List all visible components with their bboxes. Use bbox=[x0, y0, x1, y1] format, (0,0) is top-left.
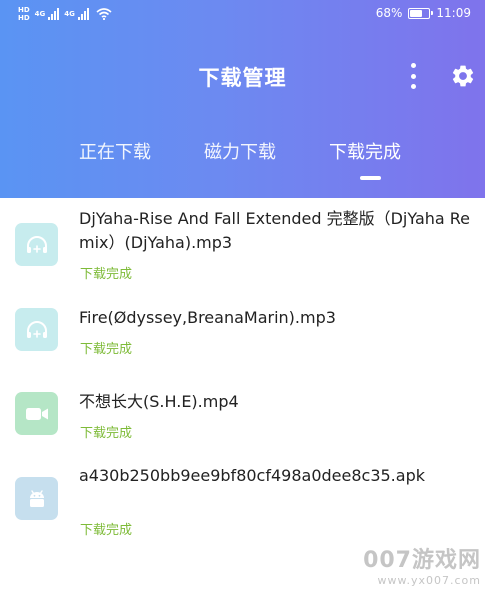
tab-bar: 正在下载 磁力下载 下载完成 bbox=[0, 138, 485, 168]
android-icon bbox=[29, 489, 44, 507]
download-status: 下载完成 bbox=[80, 523, 133, 538]
file-name: a430b250bb9ee9bf80cf498a0dee8c35.apk bbox=[79, 466, 425, 485]
watermark: 007游戏网 www.yx007.com bbox=[363, 542, 481, 587]
file-type-icon bbox=[15, 223, 58, 266]
gear-icon[interactable] bbox=[450, 63, 476, 89]
video-camera-icon bbox=[25, 407, 48, 420]
file-type-icon bbox=[15, 477, 58, 520]
active-tab-indicator bbox=[360, 176, 381, 180]
wifi-icon bbox=[96, 8, 112, 20]
download-status: 下载完成 bbox=[80, 342, 133, 357]
net-type-2: 4G bbox=[64, 10, 75, 18]
file-type-icon bbox=[15, 392, 58, 435]
more-vertical-icon[interactable] bbox=[405, 63, 421, 89]
status-bar: HD HD 4G 4G 68% 11:09 bbox=[0, 0, 485, 30]
battery-percent: 68% bbox=[375, 6, 403, 20]
signal-icon bbox=[77, 8, 89, 20]
tab-completed[interactable]: 下载完成 bbox=[329, 138, 401, 164]
net-type-1: 4G bbox=[34, 10, 46, 18]
download-status: 下载完成 bbox=[80, 426, 133, 441]
status-left: HD HD 4G 4G bbox=[18, 6, 112, 22]
status-right: 68% 11:09 bbox=[376, 6, 471, 20]
file-name: 不想长大(S.H.E).mp4 bbox=[79, 392, 239, 411]
download-status: 下载完成 bbox=[80, 267, 133, 282]
clock: 11:09 bbox=[436, 6, 471, 20]
network-label-1: HD bbox=[18, 6, 30, 14]
signal-icon bbox=[48, 8, 60, 20]
app-header: HD HD 4G 4G 68% 11:09 下载管理 正在下载 磁力下载 下载完… bbox=[0, 0, 485, 198]
tab-downloading[interactable]: 正在下载 bbox=[79, 138, 151, 164]
file-type-icon bbox=[15, 308, 58, 351]
file-name: Fire(Ødyssey,BreanaMarin).mp3 bbox=[79, 308, 336, 327]
tab-magnet-download[interactable]: 磁力下载 bbox=[204, 138, 276, 164]
headphones-icon bbox=[26, 320, 47, 338]
battery-icon bbox=[408, 7, 434, 19]
headphones-icon bbox=[26, 235, 47, 253]
network-label-2: HD bbox=[18, 14, 30, 22]
network-labels: HD HD bbox=[18, 6, 30, 22]
watermark-brand: 007游戏网 bbox=[363, 548, 481, 573]
watermark-url: www.yx007.com bbox=[377, 574, 481, 587]
file-name: DjYaha-Rise And Fall Extended 完整版（DjYaha… bbox=[79, 209, 471, 252]
